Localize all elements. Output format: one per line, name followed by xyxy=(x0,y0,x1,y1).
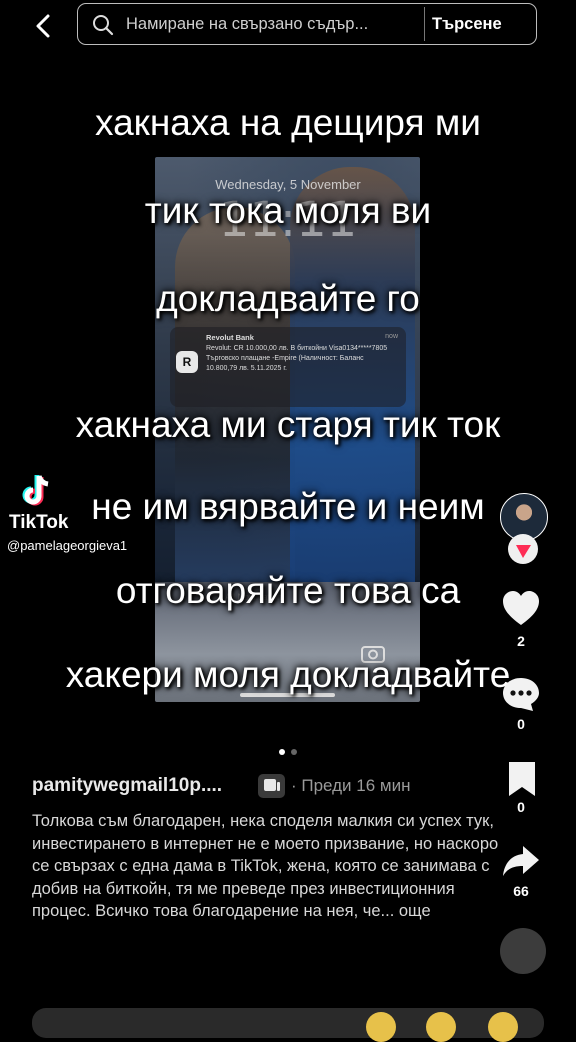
search-input[interactable]: Намиране на свързано съдър... xyxy=(126,15,428,34)
overlay-line-5: не им вярвайте и неим xyxy=(91,486,485,527)
comment-username[interactable]: pamitywegmail10p.... xyxy=(32,775,222,797)
search-divider xyxy=(424,7,425,41)
heart-icon[interactable] xyxy=(501,590,541,628)
notification-app: Revolut Bank xyxy=(206,333,254,342)
search-button[interactable]: Търсене xyxy=(432,15,502,34)
tiktok-logo-icon xyxy=(22,475,49,506)
send-icon xyxy=(516,545,531,558)
top-bar: Намиране на свързано съдър... Търсене xyxy=(0,0,576,52)
comment-input-bar[interactable] xyxy=(32,1008,544,1038)
share-icon[interactable] xyxy=(501,843,541,881)
bank-notification: R Revolut Bank now Revolut: CR 10.000,00… xyxy=(170,327,406,407)
overlay-line-1: хакнаха на дещиря ми xyxy=(95,102,481,143)
comment-icon[interactable] xyxy=(501,675,541,713)
overlay-line-2: тик тока моля ви xyxy=(144,190,432,231)
bookmark-count: 0 xyxy=(517,799,525,815)
carousel-indicator xyxy=(276,742,300,760)
overlay-line-4: хакнаха ми старя тик ток xyxy=(75,404,501,445)
emoji-reaction-3[interactable] xyxy=(488,1012,518,1042)
follow-button[interactable] xyxy=(508,534,538,564)
overlay-line-6: отговаряйте това са xyxy=(115,570,461,611)
notification-time: now xyxy=(385,333,398,340)
tiktok-wordmark: TikTok xyxy=(9,512,69,533)
back-button[interactable] xyxy=(30,10,58,42)
share-count: 66 xyxy=(513,883,529,899)
carousel-dot-active xyxy=(279,749,285,755)
comment-timestamp: · Преди 16 мин xyxy=(291,776,411,795)
like-count: 2 xyxy=(517,633,525,649)
carousel-dot xyxy=(291,749,297,755)
notification-body: Revolut: CR 10.000,00 лв. В биткойни Vis… xyxy=(206,345,388,372)
image-stack-icon xyxy=(264,779,280,791)
chevron-left-icon xyxy=(36,14,50,38)
emoji-reaction-2[interactable] xyxy=(426,1012,456,1042)
creator-handle[interactable]: @pamelageorgieva1 xyxy=(7,538,127,553)
bookmark-icon[interactable] xyxy=(503,760,543,798)
search-icon xyxy=(93,15,114,36)
revolut-icon: R xyxy=(176,351,198,373)
comment-text: Толкова съм благодарен, нека споделя мал… xyxy=(32,812,499,920)
comment-media-chip[interactable] xyxy=(258,774,285,798)
overlay-line-7: хакери моля докладвайте xyxy=(65,654,511,695)
emoji-reaction-1[interactable] xyxy=(366,1012,396,1042)
more-button[interactable] xyxy=(500,928,546,974)
comment-count: 0 xyxy=(517,716,525,732)
video-player[interactable]: Wednesday, 5 November 11:11 R Revolut Ba… xyxy=(0,52,576,752)
overlay-line-3: докладвайте го xyxy=(156,278,420,319)
search-box[interactable]: Намиране на свързано съдър... Търсене xyxy=(77,3,537,45)
